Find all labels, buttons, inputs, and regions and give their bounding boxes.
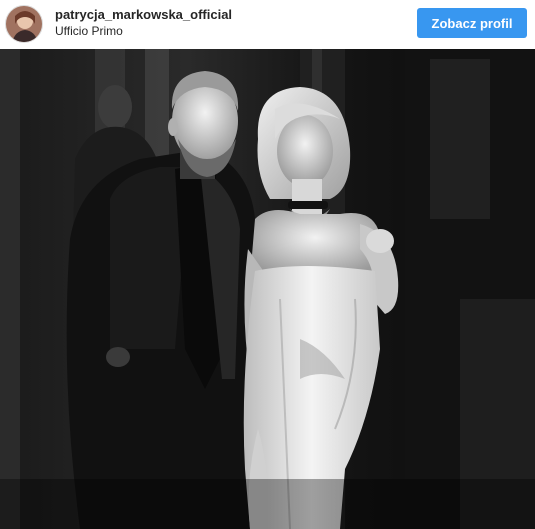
avatar[interactable] xyxy=(5,5,43,43)
user-info: patrycja_markowska_official Ufficio Prim… xyxy=(55,7,232,39)
post-header: patrycja_markowska_official Ufficio Prim… xyxy=(0,0,535,49)
profile-avatar-icon xyxy=(6,6,42,42)
username-link[interactable]: patrycja_markowska_official xyxy=(55,7,232,23)
post-photo[interactable] xyxy=(0,49,535,529)
photo-image xyxy=(0,49,535,529)
location-label: Ufficio Primo xyxy=(55,24,123,38)
view-profile-button[interactable]: Zobacz profil xyxy=(417,8,527,38)
instagram-embed: patrycja_markowska_official Ufficio Prim… xyxy=(0,0,535,529)
